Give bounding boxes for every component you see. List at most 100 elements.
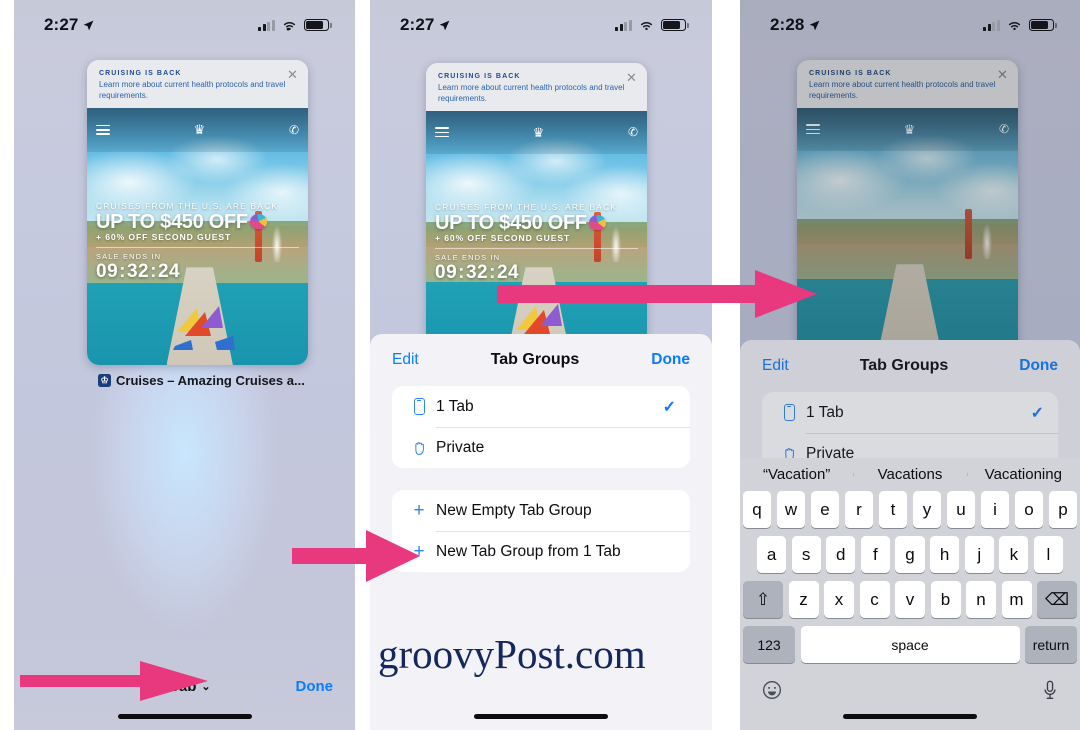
battery-icon [304,19,332,31]
phone-icon[interactable]: ✆ [289,123,299,137]
action-label: New Tab Group from 1 Tab [436,542,621,560]
sheet-title: Tab Groups [490,351,580,368]
promo-kicker: CRUISING IS BACK [809,70,892,77]
hero-kicker: CRUISES FROM THE U.S. ARE BACK [435,201,618,212]
tab-group-row-1-tab[interactable]: 1 Tab ✓ [392,386,690,427]
key-o[interactable]: o [1014,491,1044,528]
phone-icon[interactable]: ✆ [628,125,638,139]
balloon-icon [588,215,606,231]
on-screen-keyboard: “Vacation” Vacations Vacationing q w e r… [740,458,1080,730]
key-b[interactable]: b [930,581,961,618]
numbers-key[interactable]: 123 [743,626,795,663]
key-a[interactable]: a [757,536,787,573]
promo-subtext: Learn more about current health protocol… [809,80,996,100]
hero-headline-row: UP TO $450 OFF [96,210,299,233]
arrow-to-new-tab-group-action [292,526,422,586]
royal-caribbean-crown-logo: ♛ [903,121,916,137]
fountain [979,218,994,260]
hero-headline: UP TO $450 OFF [96,210,248,233]
key-e[interactable]: e [810,491,840,528]
status-indicators [258,19,332,31]
key-k[interactable]: k [999,536,1029,573]
prediction-0[interactable]: “Vacation” [740,466,853,483]
key-q[interactable]: q [742,491,772,528]
phone3-status-bar: 2:28 [740,0,1080,42]
status-time: 2:27 [44,15,95,35]
close-icon[interactable]: ✕ [625,71,638,84]
key-j[interactable]: j [964,536,994,573]
hand-icon [406,440,432,456]
return-key[interactable]: return [1025,626,1077,663]
sheet-header: Edit Tab Groups Done [370,334,712,386]
key-i[interactable]: i [980,491,1010,528]
key-y[interactable]: y [912,491,942,528]
key-h[interactable]: h [930,536,960,573]
hamburger-menu-icon[interactable] [806,122,820,137]
close-icon[interactable]: ✕ [996,68,1009,81]
close-icon[interactable]: ✕ [286,68,299,81]
location-arrow-icon [440,20,450,30]
key-z[interactable]: z [788,581,819,618]
keyboard-row-2: a s d f g h j k l [740,536,1080,573]
tab-group-row-private[interactable]: Private [392,427,690,468]
key-p[interactable]: p [1048,491,1078,528]
tab-group-row-1-tab[interactable]: 1 Tab ✓ [762,392,1058,433]
phone-icon[interactable]: ✆ [999,122,1009,136]
edit-button[interactable]: Edit [392,351,419,369]
space-key[interactable]: space [800,626,1020,663]
action-label: New Empty Tab Group [436,501,592,519]
key-t[interactable]: t [878,491,908,528]
prediction-2[interactable]: Vacationing [966,466,1080,483]
key-d[interactable]: d [826,536,856,573]
promo-subtext: Learn more about current health protocol… [99,80,286,100]
done-button[interactable]: Done [296,678,334,695]
promo-kicker: CRUISING IS BACK [438,73,521,80]
keyboard-row-3: ⇧ z x c v b n m ⌫ [740,581,1080,618]
edit-button[interactable]: Edit [762,357,789,375]
shift-key[interactable]: ⇧ [743,581,783,618]
pier-sail-canopies [172,305,235,350]
new-tab-group-from-1-tab-row[interactable]: + New Tab Group from 1 Tab [392,531,690,572]
done-button[interactable]: Done [1019,357,1058,375]
keyboard-row-4: 123 space return [740,626,1080,663]
prediction-1[interactable]: Vacations [853,466,966,483]
balloon-icon [249,214,267,230]
battery-icon [661,19,689,31]
checkmark-icon: ✓ [662,398,676,416]
key-n[interactable]: n [966,581,996,618]
keyboard-bottom-bar [740,671,1080,713]
battery-icon [1029,19,1057,31]
status-time: 2:27 [400,15,451,35]
location-arrow-icon [84,20,94,30]
key-r[interactable]: r [844,491,874,528]
site-navbar: ♛ ✆ [797,108,1018,151]
sheet-title: Tab Groups [859,357,949,374]
microphone-icon[interactable] [1042,680,1058,705]
key-v[interactable]: v [895,581,925,618]
emoji-icon[interactable] [762,680,782,705]
new-empty-tab-group-row[interactable]: + New Empty Tab Group [392,490,690,531]
tab-group-label: 1 Tab [806,403,844,421]
hamburger-menu-icon[interactable] [96,122,110,137]
key-g[interactable]: g [895,536,925,573]
key-x[interactable]: x [824,581,854,618]
divider [435,248,638,250]
safari-tab-card[interactable]: CRUISING IS BACK Learn more about curren… [797,60,1018,360]
safari-tab-card[interactable]: CRUISING IS BACK Learn more about curren… [87,60,308,365]
backspace-key[interactable]: ⌫ [1037,581,1077,618]
promo-banner: CRUISING IS BACK Learn more about curren… [87,60,308,108]
key-u[interactable]: u [946,491,976,528]
hero-image: ♛ ✆ [797,108,1018,360]
key-m[interactable]: m [1001,581,1032,618]
cellular-bars-icon [258,19,275,31]
key-l[interactable]: l [1033,536,1063,573]
key-f[interactable]: f [860,536,890,573]
key-s[interactable]: s [791,536,821,573]
key-w[interactable]: w [776,491,806,528]
sheet-header: Edit Tab Groups Done [740,340,1080,392]
key-c[interactable]: c [859,581,890,618]
done-button[interactable]: Done [651,351,690,369]
hamburger-menu-icon[interactable] [435,125,449,140]
tab-card-label: ♔ Cruises – Amazing Cruises a... [98,373,305,388]
favicon-icon: ♔ [98,374,111,387]
